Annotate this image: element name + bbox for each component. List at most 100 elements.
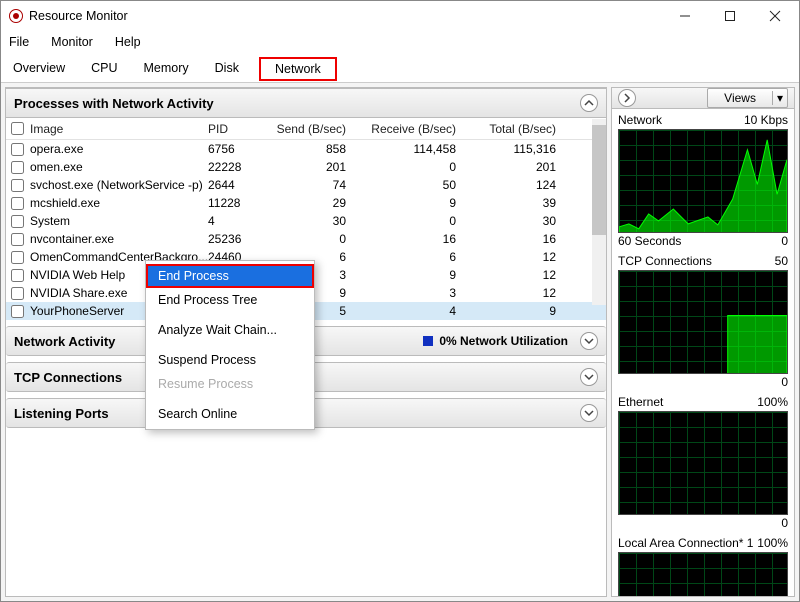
cell-total: 12 xyxy=(464,250,564,264)
resource-monitor-window: Resource Monitor File Monitor Help Overv… xyxy=(0,0,800,602)
graph-foot-right: 0 xyxy=(781,516,788,530)
tab-overview[interactable]: Overview xyxy=(7,57,71,79)
cell-send: 29 xyxy=(254,196,354,210)
graph-panel: Ethernet100%0 xyxy=(612,391,794,532)
row-checkbox[interactable] xyxy=(11,287,24,300)
section-processes-header[interactable]: Processes with Network Activity xyxy=(6,88,606,118)
row-checkbox[interactable] xyxy=(11,215,24,228)
cell-pid: 2644 xyxy=(208,178,254,192)
table-header: Image PID Send (B/sec) Receive (B/sec) T… xyxy=(6,118,606,140)
chevron-down-icon[interactable]: ▾ xyxy=(773,91,787,105)
cell-recv: 50 xyxy=(354,178,464,192)
listening-ports-title: Listening Ports xyxy=(14,406,109,421)
cell-total: 9 xyxy=(464,304,564,318)
graph xyxy=(618,129,788,233)
minimize-button[interactable] xyxy=(662,2,707,30)
col-total[interactable]: Total (B/sec) xyxy=(464,122,564,136)
row-checkbox[interactable] xyxy=(11,269,24,282)
cell-recv: 3 xyxy=(354,286,464,300)
row-checkbox[interactable] xyxy=(11,197,24,210)
cell-image: svchost.exe (NetworkService -p) xyxy=(28,178,208,192)
graph-foot-left: 60 Seconds xyxy=(618,234,681,248)
tab-disk[interactable]: Disk xyxy=(209,57,245,79)
cell-total: 30 xyxy=(464,214,564,228)
cell-recv: 114,458 xyxy=(354,142,464,156)
table-row[interactable]: omen.exe222282010201 xyxy=(6,158,606,176)
right-pane: Views ▾ Network 10 Kbps 60 Seconds 0 TCP Con… xyxy=(611,87,795,597)
views-button[interactable]: Views ▾ xyxy=(707,88,788,108)
chevron-down-icon[interactable] xyxy=(580,332,598,350)
cell-total: 12 xyxy=(464,268,564,282)
close-button[interactable] xyxy=(752,2,797,30)
menu-monitor[interactable]: Monitor xyxy=(47,35,97,49)
table-row[interactable]: nvcontainer.exe2523601616 xyxy=(6,230,606,248)
cell-image: System xyxy=(28,214,208,228)
graph-scale: 100% xyxy=(757,536,788,550)
row-checkbox[interactable] xyxy=(11,179,24,192)
tab-memory[interactable]: Memory xyxy=(138,57,195,79)
maximize-button[interactable] xyxy=(707,2,752,30)
graph xyxy=(618,270,788,374)
content: Processes with Network Activity Image PI… xyxy=(1,83,799,601)
menu-file[interactable]: File xyxy=(5,35,33,49)
graph-foot-right: 0 xyxy=(781,375,788,389)
ctx-end-process-tree[interactable]: End Process Tree xyxy=(146,288,314,312)
graph-foot-right: 0 xyxy=(781,234,788,248)
row-checkbox[interactable] xyxy=(11,233,24,246)
cell-pid: 22228 xyxy=(208,160,254,174)
graph xyxy=(618,552,788,597)
cell-send: 74 xyxy=(254,178,354,192)
chevron-down-icon[interactable] xyxy=(580,368,598,386)
ctx-end-process[interactable]: End Process xyxy=(146,264,314,288)
table-row[interactable]: System430030 xyxy=(6,212,606,230)
col-receive[interactable]: Receive (B/sec) xyxy=(354,122,464,136)
graph-title: TCP Connections xyxy=(618,254,712,268)
cell-image: nvcontainer.exe xyxy=(28,232,208,246)
col-image[interactable]: Image xyxy=(28,122,208,136)
network-utilization: 0% Network Utilization xyxy=(423,334,580,348)
scrollbar-thumb[interactable] xyxy=(592,125,606,235)
chevron-down-icon[interactable] xyxy=(580,404,598,422)
network-activity-title: Network Activity xyxy=(14,334,115,349)
row-checkbox[interactable] xyxy=(11,305,24,318)
col-pid[interactable]: PID xyxy=(208,122,254,136)
col-send[interactable]: Send (B/sec) xyxy=(254,122,354,136)
cell-total: 16 xyxy=(464,232,564,246)
window-title: Resource Monitor xyxy=(29,9,128,23)
graph-title: Network xyxy=(618,113,662,127)
ctx-suspend-process[interactable]: Suspend Process xyxy=(146,348,314,372)
cell-send: 0 xyxy=(254,232,354,246)
ctx-search-online[interactable]: Search Online xyxy=(146,402,314,426)
ctx-analyze-wait-chain[interactable]: Analyze Wait Chain... xyxy=(146,318,314,342)
context-menu: End Process End Process Tree Analyze Wai… xyxy=(145,260,315,430)
cell-total: 39 xyxy=(464,196,564,210)
graph-panel: Network 10 Kbps 60 Seconds 0 xyxy=(612,109,794,250)
graph-panel: Local Area Connection* 1100% xyxy=(612,532,794,597)
tab-cpu[interactable]: CPU xyxy=(85,57,123,79)
table-row[interactable]: svchost.exe (NetworkService -p)264474501… xyxy=(6,176,606,194)
table-row[interactable]: mcshield.exe1122829939 xyxy=(6,194,606,212)
tab-network[interactable]: Network xyxy=(259,57,337,81)
row-checkbox[interactable] xyxy=(11,161,24,174)
cell-image: omen.exe xyxy=(28,160,208,174)
cell-recv: 0 xyxy=(354,214,464,228)
cell-pid: 6756 xyxy=(208,142,254,156)
table-row[interactable]: opera.exe6756858114,458115,316 xyxy=(6,140,606,158)
cell-recv: 9 xyxy=(354,196,464,210)
vertical-scrollbar[interactable] xyxy=(592,119,606,305)
row-checkbox[interactable] xyxy=(11,251,24,264)
graph-scale: 10 Kbps xyxy=(744,113,788,127)
titlebar: Resource Monitor xyxy=(1,1,799,31)
util-label: 0% Network Utilization xyxy=(439,334,568,348)
cell-send: 858 xyxy=(254,142,354,156)
chevron-up-icon[interactable] xyxy=(580,94,598,112)
cell-total: 12 xyxy=(464,286,564,300)
cell-pid: 25236 xyxy=(208,232,254,246)
header-checkbox[interactable] xyxy=(11,122,24,135)
chevron-right-icon[interactable] xyxy=(618,89,636,107)
menubar: File Monitor Help xyxy=(1,31,799,53)
cell-recv: 4 xyxy=(354,304,464,318)
row-checkbox[interactable] xyxy=(11,143,24,156)
menu-help[interactable]: Help xyxy=(111,35,145,49)
cell-send: 201 xyxy=(254,160,354,174)
